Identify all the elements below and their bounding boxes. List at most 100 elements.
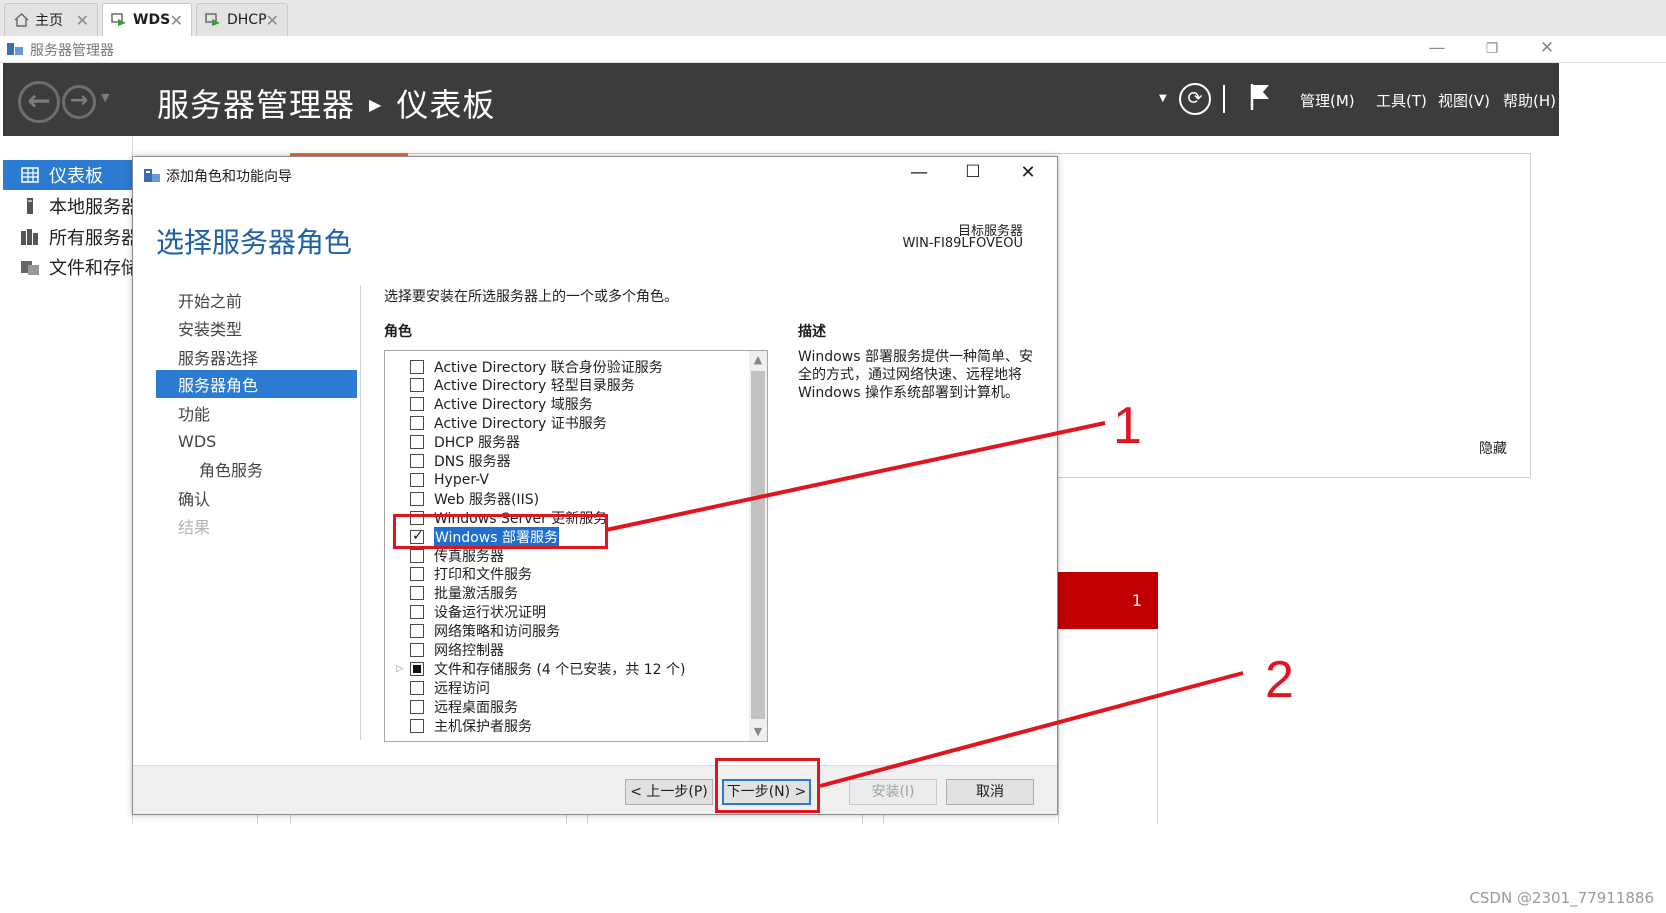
dashboard-icon	[21, 167, 39, 183]
close-window-button[interactable]: ✕	[1532, 38, 1562, 58]
role-checkbox[interactable]	[410, 454, 424, 468]
role-label: Hyper-V	[434, 471, 489, 488]
menu-manage[interactable]: 管理(M)	[1300, 90, 1355, 111]
wizard-title: 添加角色和功能向导	[166, 169, 292, 185]
annotation-box-next	[715, 758, 820, 813]
scroll-up-icon[interactable]: ▲	[749, 351, 767, 369]
server-manager-icon	[7, 43, 23, 55]
close-icon[interactable]: ✕	[266, 11, 279, 30]
step-before-you-begin[interactable]: 开始之前	[156, 286, 357, 314]
role-item[interactable]: Active Directory 域服务	[385, 395, 593, 414]
role-checkbox[interactable]	[410, 397, 424, 412]
nav-item-all-servers[interactable]: 所有服务器	[3, 222, 133, 252]
refresh-icon[interactable]: ⟳	[1179, 83, 1211, 115]
description-label: 描述	[798, 324, 826, 340]
role-item[interactable]: DNS 服务器	[385, 452, 511, 471]
role-checkbox[interactable]	[410, 718, 424, 733]
wizard-close-button[interactable]: ✕	[1008, 162, 1048, 183]
role-item[interactable]: Active Directory 联合身份验证服务	[385, 357, 663, 376]
role-item[interactable]: 设备运行状况证明	[385, 603, 546, 622]
tab-dhcp[interactable]: DHCP ✕	[196, 3, 288, 36]
forward-button[interactable]: →	[62, 85, 96, 119]
role-label: 文件和存储服务 (4 个已安装，共 12 个)	[434, 661, 686, 678]
role-item[interactable]: 批量激活服务	[385, 584, 518, 603]
role-checkbox[interactable]	[410, 359, 424, 374]
role-label: Active Directory 域服务	[434, 397, 593, 414]
nav-item-dashboard[interactable]: 仪表板	[3, 160, 133, 190]
breadcrumb-separator-icon: ▶	[369, 95, 383, 114]
tab-wds[interactable]: WDS ✕	[102, 3, 192, 36]
role-checkbox[interactable]	[410, 472, 424, 487]
role-item[interactable]: 远程访问	[385, 678, 490, 697]
role-item[interactable]: Web 服务器(IIS)	[385, 489, 539, 508]
dropdown-arrow-icon[interactable]: ▼	[1159, 93, 1167, 104]
role-checkbox[interactable]	[410, 643, 424, 657]
cancel-button[interactable]: 取消	[946, 779, 1034, 805]
back-button[interactable]: ←	[18, 81, 60, 123]
role-item[interactable]: Active Directory 轻型目录服务	[385, 376, 635, 395]
step-confirmation[interactable]: 确认	[156, 484, 357, 512]
history-dropdown-icon[interactable]: ▼	[101, 91, 109, 104]
steps-divider	[360, 285, 361, 740]
role-checkbox[interactable]	[410, 491, 424, 506]
role-item[interactable]: 主机保护者服务	[385, 716, 532, 735]
role-checkbox[interactable]	[410, 624, 424, 639]
role-checkbox[interactable]	[410, 586, 424, 601]
role-checkbox[interactable]	[410, 416, 424, 431]
menu-help[interactable]: 帮助(H)	[1503, 90, 1556, 111]
target-server-name: WIN-FI89LFOVEOU	[902, 236, 1023, 251]
step-features[interactable]: 功能	[156, 399, 357, 427]
role-item[interactable]: ▷ 文件和存储服务 (4 个已安装，共 12 个)	[385, 659, 685, 678]
role-checkbox[interactable]	[410, 435, 424, 450]
close-icon[interactable]: ✕	[76, 11, 89, 30]
role-label: 远程访问	[434, 680, 490, 697]
step-role-services[interactable]: 角色服务	[156, 455, 357, 483]
roles-scrollbar[interactable]: ▲ ▼	[749, 351, 767, 741]
role-checkbox[interactable]	[410, 567, 424, 582]
notifications-flag-icon[interactable]	[1249, 82, 1271, 112]
nav-item-file-storage[interactable]: 文件和存储	[3, 252, 133, 282]
role-checkbox[interactable]	[410, 548, 424, 563]
role-item[interactable]: 网络控制器	[385, 641, 504, 660]
role-item[interactable]: Active Directory 证书服务	[385, 414, 607, 433]
roles-label: 角色	[384, 324, 412, 340]
role-checkbox[interactable]	[410, 680, 424, 695]
hide-link[interactable]: 隐藏	[1479, 438, 1507, 458]
tab-label: WDS	[133, 12, 171, 28]
restore-button[interactable]: ❐	[1477, 41, 1507, 57]
expand-arrow-icon[interactable]: ▷	[393, 664, 407, 674]
header-divider	[1223, 85, 1225, 113]
scroll-down-icon[interactable]: ▼	[749, 723, 767, 741]
role-label: 打印和文件服务	[434, 567, 532, 584]
wizard-footer: < 上一步(P) 下一步(N) > 安装(I) 取消	[133, 765, 1057, 814]
role-checkbox[interactable]	[410, 378, 424, 393]
role-item[interactable]: 打印和文件服务	[385, 565, 532, 584]
role-item[interactable]: Hyper-V	[385, 470, 489, 489]
role-label: 设备运行状况证明	[434, 605, 546, 622]
tab-home[interactable]: 主页 ✕	[4, 3, 98, 36]
step-installation-type[interactable]: 安装类型	[156, 314, 357, 342]
menu-view[interactable]: 视图(V)	[1438, 90, 1490, 111]
nav-item-label: 本地服务器	[49, 197, 133, 218]
role-checkbox[interactable]	[410, 661, 424, 676]
role-item[interactable]: DHCP 服务器	[385, 433, 520, 452]
role-checkbox[interactable]	[410, 605, 424, 620]
nav-item-local-server[interactable]: 本地服务器	[3, 191, 133, 221]
role-item[interactable]: 远程桌面服务	[385, 697, 518, 716]
step-server-selection[interactable]: 服务器选择	[156, 343, 357, 371]
status-tile[interactable]: 1	[1058, 572, 1158, 629]
step-wds[interactable]: WDS	[156, 427, 357, 455]
tab-strip: 主页 ✕ WDS ✕ DHCP ✕	[0, 0, 1666, 36]
wizard-minimize-button[interactable]: —	[899, 162, 939, 183]
tab-label: 主页	[35, 13, 63, 29]
role-checkbox[interactable]	[410, 699, 424, 714]
menu-tools[interactable]: 工具(T)	[1376, 90, 1427, 111]
scrollbar-thumb[interactable]	[751, 371, 765, 719]
close-icon[interactable]: ✕	[170, 11, 183, 30]
previous-button[interactable]: < 上一步(P)	[625, 779, 713, 805]
role-item[interactable]: 网络策略和访问服务	[385, 622, 560, 641]
step-server-roles[interactable]: 服务器角色	[156, 370, 357, 398]
wizard-maximize-button[interactable]: ☐	[953, 162, 993, 182]
minimize-button[interactable]: —	[1422, 38, 1452, 58]
column-divider	[883, 815, 884, 824]
